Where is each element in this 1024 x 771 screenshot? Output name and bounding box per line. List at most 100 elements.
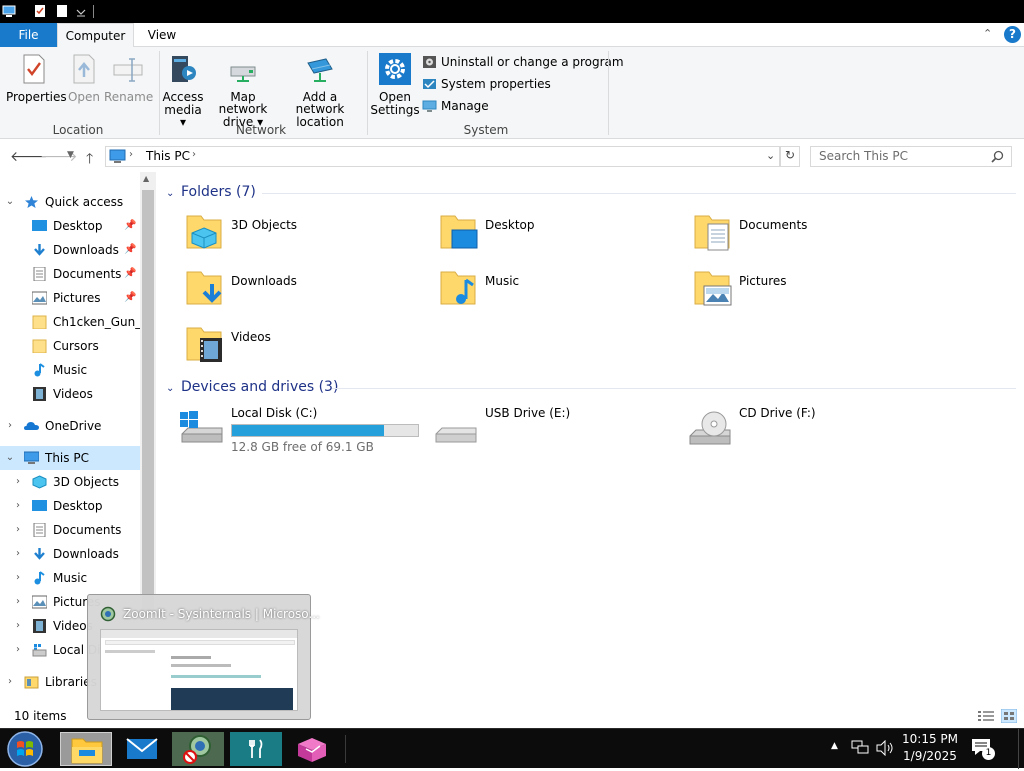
collapse-chevron-icon[interactable]: › [12, 542, 24, 566]
collapse-chevron-icon[interactable]: › [12, 566, 24, 590]
access-media-label-2: media ▾ [164, 103, 202, 129]
taskbar-file-explorer[interactable] [60, 732, 112, 766]
clock[interactable]: 10:15 PM 1/9/2025 [900, 731, 960, 765]
taskbar-app-pink[interactable] [286, 732, 338, 766]
pin-icon: 📌 [124, 244, 137, 255]
breadcrumb-chevron-icon[interactable]: › [129, 149, 133, 160]
drive-name: USB Drive (E:) [485, 406, 571, 420]
folders-section-header[interactable]: Folders (7) [181, 184, 256, 200]
collapse-chevron-icon[interactable]: › [12, 494, 24, 518]
folder-tile-downloads[interactable]: Downloads [166, 264, 406, 312]
start-button[interactable] [6, 730, 46, 768]
drive-name: Local Disk (C:) [231, 406, 318, 420]
network-icon[interactable] [851, 740, 869, 756]
folder-tile-music[interactable]: Music [420, 264, 660, 312]
scroll-up-icon[interactable]: ▲ [143, 174, 149, 183]
folder-tile-videos[interactable]: Videos [166, 320, 406, 368]
collapse-chevron-icon[interactable]: › [12, 614, 24, 638]
collapse-chevron-icon[interactable]: › [12, 470, 24, 494]
properties-quick-icon[interactable] [33, 4, 47, 18]
manage-button[interactable]: Manage [422, 97, 502, 115]
add-network-location-button[interactable]: Add a network location [280, 53, 360, 128]
show-desktop-button[interactable] [1018, 729, 1024, 769]
new-folder-quick-icon[interactable] [55, 4, 69, 18]
address-dropdown-icon[interactable]: ⌄ [766, 149, 775, 162]
breadcrumb-chevron-icon[interactable]: › [192, 149, 196, 160]
recent-locations-icon[interactable]: ▼ [67, 150, 74, 160]
nav-qa-cursors[interactable]: Cursors [0, 334, 140, 358]
computer-icon[interactable] [2, 4, 16, 18]
collapse-chevron-icon[interactable]: › [12, 518, 24, 542]
nav-qa-desktop[interactable]: Desktop 📌 [0, 214, 140, 238]
tab-view[interactable]: View [138, 23, 186, 47]
scrollbar-thumb[interactable] [142, 190, 154, 610]
nav-this-pc[interactable]: ⌄ This PC [0, 446, 140, 470]
show-hidden-icons-icon[interactable]: ▲ [831, 741, 838, 751]
nav-qa-music[interactable]: Music [0, 358, 140, 382]
open-button[interactable]: Open [64, 53, 104, 103]
collapse-chevron-icon[interactable]: › [12, 638, 24, 662]
map-network-drive-button[interactable]: Map network drive ▾ [206, 53, 280, 128]
access-media-button[interactable]: Access media ▾ [162, 53, 204, 128]
this-pc-icon [109, 149, 126, 163]
customize-toolbar-icon[interactable] [74, 4, 88, 18]
up-arrow-icon[interactable]: 🡑 [86, 148, 93, 172]
drive-tile-local-disk[interactable]: Local Disk (C:) 12.8 GB free of 69.1 GB [166, 402, 419, 454]
nav-pc-documents[interactable]: › Documents [0, 518, 140, 542]
uninstall-program-button[interactable]: Uninstall or change a program [422, 53, 624, 71]
taskbar-mail[interactable] [116, 732, 168, 766]
nav-qa-videos[interactable]: Videos [0, 382, 140, 406]
folders-collapse-icon[interactable]: ⌄ [166, 188, 174, 199]
drive-usage-bar [231, 424, 419, 437]
folder-tile-3d-objects[interactable]: 3D Objects [166, 208, 406, 256]
details-view-icon[interactable] [978, 710, 994, 722]
collapse-chevron-icon[interactable]: › [12, 590, 24, 614]
downloads-icon [34, 244, 45, 256]
help-icon[interactable]: ? [1004, 26, 1021, 43]
nav-qa-downloads[interactable]: Downloads 📌 [0, 238, 140, 262]
rename-button[interactable]: Rename [104, 53, 153, 103]
nav-qa-documents[interactable]: Documents 📌 [0, 262, 140, 286]
mail-icon [126, 738, 158, 759]
collapse-chevron-icon[interactable]: › [4, 670, 16, 694]
expand-chevron-icon[interactable]: ⌄ [4, 446, 16, 470]
nav-pc-downloads[interactable]: › Downloads [0, 542, 140, 566]
nav-pc-music[interactable]: › Music [0, 566, 140, 590]
nav-qa-chicken-gun[interactable]: Ch1cken_Gun_C [0, 310, 140, 334]
folder-tile-desktop[interactable]: Desktop [420, 208, 660, 256]
large-icons-view-icon[interactable] [1001, 709, 1017, 723]
tab-computer[interactable]: Computer [57, 23, 134, 48]
taskbar-app-fork-knife[interactable] [230, 732, 282, 766]
taskbar-thumbnail-preview[interactable]: ZoomIt - Sysinternals | Microso... [87, 594, 320, 720]
drive-tile-usb[interactable]: USB Drive (E:) [420, 402, 670, 454]
collapse-ribbon-icon[interactable]: ⌃ [983, 27, 992, 40]
expand-chevron-icon[interactable]: ⌄ [4, 190, 16, 214]
collapse-chevron-icon[interactable]: › [4, 414, 16, 438]
nav-pc-3d-objects[interactable]: › 3D Objects [0, 470, 140, 494]
desktop-folder-icon [440, 215, 478, 249]
refresh-button[interactable]: ↻ [780, 146, 800, 167]
downloads-icon [34, 548, 45, 560]
nav-quick-access[interactable]: ⌄ Quick access [0, 190, 140, 214]
nav-onedrive[interactable]: › OneDrive [0, 414, 140, 438]
drives-section-header[interactable]: Devices and drives (3) [181, 379, 338, 395]
nav-pc-desktop[interactable]: › Desktop [0, 494, 140, 518]
drive-tile-cd[interactable]: CD Drive (F:) [674, 402, 924, 454]
manage-icon [422, 100, 437, 112]
drives-collapse-icon[interactable]: ⌄ [166, 383, 174, 394]
properties-button[interactable]: Properties [6, 53, 67, 103]
folder-tile-documents[interactable]: Documents [674, 208, 914, 256]
breadcrumb-this-pc[interactable]: This PC [146, 149, 190, 163]
address-bar[interactable]: › This PC › ⌄ [105, 146, 780, 167]
open-settings-button[interactable]: Open Settings [370, 53, 420, 116]
folder-tile-pictures[interactable]: Pictures [674, 264, 914, 312]
system-properties-button[interactable]: System properties [422, 75, 551, 93]
volume-icon[interactable] [875, 740, 895, 756]
taskbar-zoomit[interactable] [172, 732, 224, 766]
search-input[interactable]: Search This PC [810, 146, 1012, 167]
pink-box-app-icon [298, 738, 326, 762]
nav-qa-pictures[interactable]: Pictures 📌 [0, 286, 140, 310]
action-center-button[interactable]: 1 [970, 737, 995, 761]
this-pc-icon [24, 451, 39, 464]
tab-file[interactable]: File [0, 23, 57, 47]
